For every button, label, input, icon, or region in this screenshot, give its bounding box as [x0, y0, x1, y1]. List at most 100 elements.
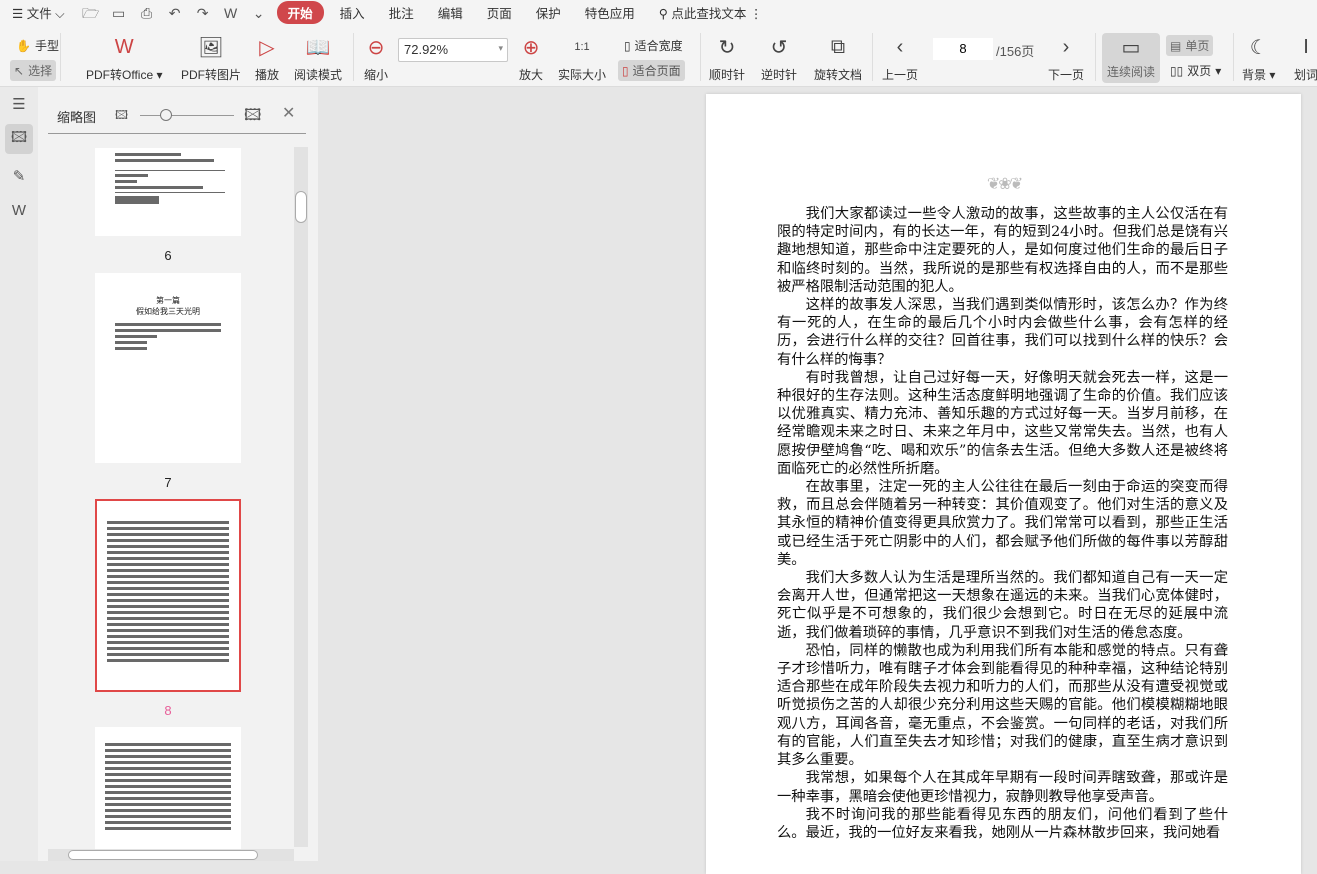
prev-page-button[interactable]: ‹ 上一页	[882, 33, 918, 83]
rotate-doc-label: 旋转文档	[814, 68, 863, 82]
rotate-counterclockwise-icon: ↺	[770, 36, 788, 59]
hand-tool-button[interactable]: ✋ 手型	[12, 35, 63, 56]
pdf-to-image-button[interactable]: 🖼 PDF转图片	[181, 33, 241, 83]
close-icon[interactable]: ✕	[282, 103, 295, 123]
chevron-right-icon: ›	[1062, 35, 1070, 58]
redo-icon[interactable]: ↷	[194, 5, 212, 21]
single-page-label: 单页	[1185, 39, 1210, 53]
background-button[interactable]: ☾ 背景 ▾	[1242, 33, 1275, 83]
tab-features[interactable]: 特色应用	[573, 3, 647, 22]
search-placeholder: 点此查找文本	[671, 7, 747, 21]
rotate-clockwise-button[interactable]: ↻ 顺时针	[709, 33, 745, 83]
continuous-read-button[interactable]: ▭ 连续阅读	[1102, 33, 1160, 83]
sidebar-icon-strip: ☰ 🖾 ✎ W	[0, 87, 38, 861]
convert-word-icon[interactable]: W	[5, 195, 33, 225]
open-icon[interactable]: 🗁	[82, 5, 100, 21]
tab-protect[interactable]: 保护	[524, 3, 573, 22]
zoom-out-button[interactable]: ⊖ 缩小	[362, 33, 390, 83]
paragraph: 恐怕，同样的懒散也成为利用我们所有本能和感觉的特点。只有聋子才珍惜听力，唯有瞎子…	[777, 642, 1228, 769]
small-thumbnail-icon[interactable]: 🖾	[115, 106, 128, 127]
undo-icon[interactable]: ↶	[166, 5, 184, 21]
paragraph: 我们大家都读过一些令人激动的故事，这些故事的主人公仅活在有限的特定时间内，有的长…	[777, 206, 1228, 295]
thumbnail-label-8: 8	[164, 703, 172, 718]
actual-size-button[interactable]: 1:1 实际大小	[558, 33, 606, 83]
horizontal-scrollbar-thumb[interactable]	[68, 850, 258, 860]
thumbnail-panel: 缩略图 🖾 🖾 ✕ 6 第一篇 假如给我三天光明 7 8	[38, 87, 318, 861]
zoom-in-button[interactable]: ⊕ 放大	[517, 33, 545, 83]
thumbnail-size-slider[interactable]	[140, 115, 234, 116]
thumbnail-subheading: 假如给我三天光明	[136, 307, 200, 316]
thumbnail-icon[interactable]: 🖾	[5, 124, 33, 154]
image-icon: 🖼	[198, 36, 224, 59]
toolbar: ✋ 手型 ↖ 选择 W PDF转Office ▾ 🖼 PDF转图片 ▷ 播放 📖 阅读模式 …	[0, 25, 1317, 87]
fit-page-button[interactable]: ▯ 适合页面	[618, 60, 685, 81]
file-label: 文件	[26, 7, 52, 21]
large-thumbnail-icon[interactable]: 🖾	[244, 104, 261, 131]
search-box[interactable]: ⚲ 点此查找文本 ⋮	[647, 3, 775, 22]
ornament-decoration: ❦❀❦	[986, 176, 1023, 193]
read-mode-label: 阅读模式	[294, 68, 343, 82]
double-page-label: 双页	[1187, 64, 1212, 78]
export-word-icon[interactable]: W	[222, 5, 240, 21]
next-page-button[interactable]: › 下一页	[1048, 33, 1084, 83]
continuous-icon: ▭	[1121, 36, 1141, 59]
continuous-label: 连续阅读	[1106, 65, 1155, 79]
zoom-out-icon: ⊖	[367, 36, 385, 59]
thumbnail-page-8-selected[interactable]	[95, 499, 241, 692]
thumbnail-horizontal-scrollbar[interactable]	[48, 849, 294, 861]
fit-width-icon: ▯	[624, 38, 631, 53]
print-icon[interactable]: ⎙	[138, 5, 156, 21]
double-page-button[interactable]: ▯▯ 双页 ▾	[1166, 60, 1225, 81]
pdf-to-office-label: PDF转Office	[86, 68, 154, 82]
fit-width-label: 适合宽度	[634, 39, 683, 53]
pdf-to-office-button[interactable]: W PDF转Office ▾	[86, 33, 163, 83]
single-page-button[interactable]: ▤ 单页	[1166, 35, 1214, 56]
document-page: ❦❀❦ 我们大家都读过一些令人激动的故事，这些故事的主人公仅活在有限的特定时间内…	[706, 94, 1301, 874]
tab-edit[interactable]: 编辑	[426, 3, 475, 22]
thumbnail-page-9[interactable]	[95, 727, 241, 849]
paragraph: 我不时询问我的那些能看得见东西的朋友们，问他们看到了些什么。最近，我的一位好友来…	[777, 806, 1228, 841]
paragraph: 我们大多数人认为生活是理所当然的。我们都知道自己有一天一定会离开人世，但通常把这…	[777, 570, 1228, 641]
fit-width-button[interactable]: ▯ 适合宽度	[620, 35, 687, 56]
document-text[interactable]: 我们大家都读过一些令人激动的故事，这些故事的主人公仅活在有限的特定时间内，有的长…	[777, 205, 1228, 842]
zoom-select[interactable]: 72.92% ▾	[398, 38, 508, 62]
rotate-document-button[interactable]: ⧉ 旋转文档	[814, 33, 862, 83]
zoom-out-label: 缩小	[363, 68, 388, 82]
word-select-button[interactable]: I 划词	[1292, 33, 1317, 83]
thumbnail-label-7: 7	[164, 475, 172, 490]
double-page-icon: ▯▯	[1170, 63, 1184, 78]
select-tool-button[interactable]: ↖ 选择	[10, 60, 57, 81]
slider-handle[interactable]	[160, 109, 172, 121]
next-page-label: 下一页	[1048, 68, 1085, 82]
scrollbar-thumb[interactable]	[295, 191, 307, 223]
read-mode-button[interactable]: 📖 阅读模式	[294, 33, 342, 83]
pdf-to-office-icon: W	[114, 35, 134, 58]
thumbnail-page-6[interactable]	[95, 148, 241, 236]
tab-start[interactable]: 开始	[276, 1, 324, 24]
thumbnail-panel-header: 缩略图 🖾 🖾 ✕	[48, 87, 306, 134]
book-icon: 📖	[305, 36, 331, 59]
paragraph: 这样的故事发人深思，当我们遇到类似情形时，该怎么办？作为终有一死的人，在生命的最…	[777, 297, 1228, 368]
cursor-icon: ↖	[14, 63, 25, 78]
panel-title: 缩略图	[57, 110, 97, 125]
zoom-value: 72.92%	[404, 42, 449, 57]
thumbnail-vertical-scrollbar[interactable]	[294, 147, 308, 847]
chevron-left-icon: ‹	[896, 35, 904, 58]
save-icon[interactable]: ▭	[110, 5, 128, 21]
outline-icon[interactable]: ☰	[5, 89, 33, 119]
tab-annotate[interactable]: 批注	[377, 3, 426, 22]
more-dropdown-icon[interactable]: ⌄	[250, 5, 268, 21]
thumbnail-page-7[interactable]: 第一篇 假如给我三天光明	[95, 273, 241, 463]
tab-page[interactable]: 页面	[475, 3, 524, 22]
play-button[interactable]: ▷ 播放	[253, 33, 281, 83]
actual-size-label: 实际大小	[558, 68, 607, 82]
rotate-counterclockwise-button[interactable]: ↺ 逆时针	[761, 33, 797, 83]
play-label: 播放	[254, 68, 279, 82]
tab-insert[interactable]: 插入	[328, 3, 377, 22]
page-number-input[interactable]: 8	[933, 38, 993, 60]
total-pages: /156页	[996, 44, 1035, 59]
paragraph: 在故事里，注定一死的主人公往往在最后一刻由于命运的突变而得救，而且总会伴随着另一…	[777, 479, 1228, 568]
annotation-pen-icon[interactable]: ✎	[5, 161, 33, 191]
background-label: 背景	[1242, 68, 1267, 82]
file-menu[interactable]: ☰ 文件 ⌵	[0, 3, 77, 22]
